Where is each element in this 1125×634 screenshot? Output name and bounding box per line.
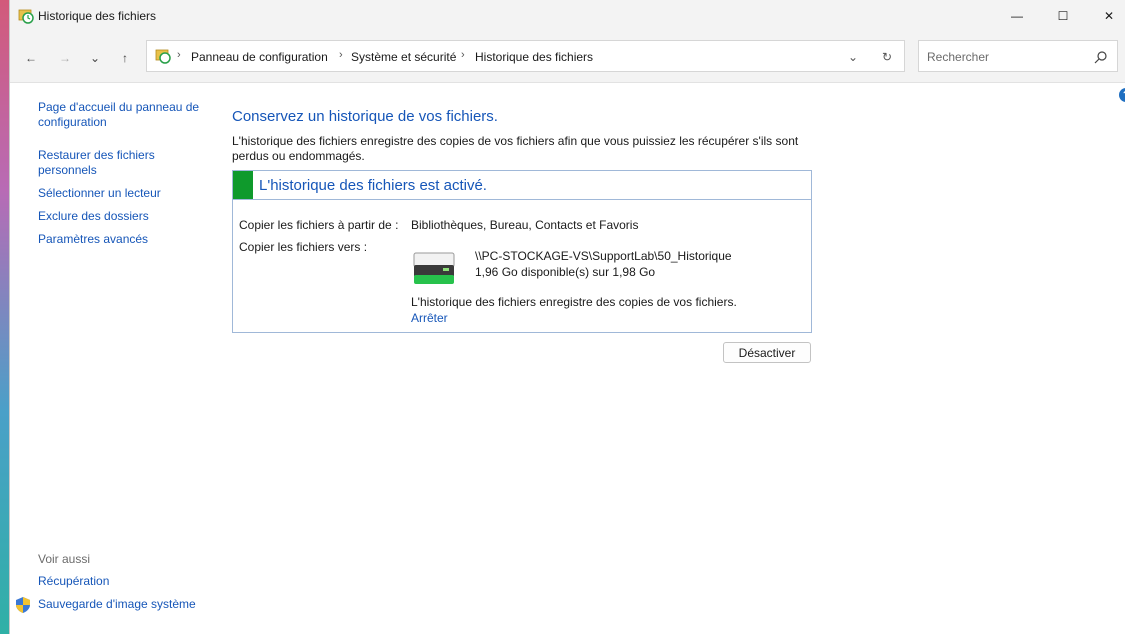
close-button[interactable]: ✕ — [1086, 0, 1125, 32]
see-also-label: Voir aussi — [38, 552, 91, 566]
copy-from-value: Bibliothèques, Bureau, Contacts et Favor… — [411, 218, 639, 232]
up-button[interactable]: ↑ — [114, 47, 136, 69]
breadcrumb-control-panel[interactable]: Panneau de configuration — [191, 50, 328, 64]
search-box[interactable]: Rechercher — [918, 40, 1118, 72]
chevron-down-icon: ⌄ — [847, 50, 859, 64]
sidebar-link-select-drive[interactable]: Sélectionner un lecteur — [38, 186, 161, 201]
address-dropdown-button[interactable]: ⌄ — [843, 47, 863, 67]
up-arrow-icon: ↑ — [122, 51, 128, 65]
stop-link[interactable]: Arrêter — [411, 311, 448, 325]
status-indicator-green — [233, 171, 253, 199]
breadcrumb-file-history[interactable]: Historique des fichiers — [475, 50, 593, 64]
breadcrumb-separator: › — [177, 49, 181, 61]
search-icon[interactable] — [1093, 49, 1109, 65]
status-text: L'historique des fichiers est activé. — [259, 177, 487, 194]
back-button[interactable]: ← — [20, 47, 42, 69]
help-icon[interactable]: ? — [1119, 88, 1125, 102]
chevron-down-icon: ⌄ — [89, 51, 101, 65]
sidebar-link-control-panel-home[interactable]: Page d'accueil du panneau de configurati… — [38, 100, 208, 130]
file-history-window: Historique des fichiers — ☐ ✕ ← → ⌄ ↑ › … — [9, 0, 1125, 634]
breadcrumb-separator[interactable]: › — [461, 49, 465, 61]
back-arrow-icon: ← — [25, 51, 37, 65]
close-icon: ✕ — [1103, 9, 1115, 23]
search-placeholder[interactable]: Rechercher — [927, 50, 989, 64]
recent-locations-button[interactable]: ⌄ — [84, 47, 106, 69]
see-also-link-system-image-backup[interactable]: Sauvegarde d'image système — [38, 597, 196, 612]
breadcrumb-system-security[interactable]: Système et sécurité — [351, 50, 456, 64]
title-bar[interactable]: Historique des fichiers — ☐ ✕ — [10, 0, 1125, 32]
network-drive-icon — [413, 252, 455, 284]
forward-arrow-icon: → — [59, 51, 71, 65]
drive-path: \\PC-STOCKAGE-VS\SupportLab\50_Historiqu… — [475, 249, 732, 263]
minimize-button[interactable]: — — [994, 0, 1040, 32]
maximize-button[interactable]: ☐ — [1040, 0, 1086, 32]
navigation-toolbar: ← → ⌄ ↑ › Panneau de configuration › Sys… — [10, 32, 1125, 83]
refresh-button[interactable]: ↻ — [877, 47, 897, 67]
window-title: Historique des fichiers — [38, 9, 157, 23]
sidebar-link-exclude-folders[interactable]: Exclure des dossiers — [38, 209, 149, 224]
file-history-status-panel: L'historique des fichiers est activé. Co… — [232, 170, 812, 333]
control-panel-icon — [155, 49, 171, 64]
file-history-app-icon — [18, 9, 34, 24]
refresh-icon: ↻ — [881, 50, 893, 64]
copy-from-label: Copier les fichiers à partir de : — [239, 218, 399, 232]
disable-button[interactable]: Désactiver — [723, 342, 811, 363]
address-bar[interactable]: › Panneau de configuration › Système et … — [146, 40, 905, 72]
copy-to-label: Copier les fichiers vers : — [239, 240, 368, 254]
status-header: L'historique des fichiers est activé. — [233, 171, 811, 200]
sidebar-link-restore-files[interactable]: Restaurer des fichiers personnels — [38, 148, 168, 178]
see-also-link-recovery[interactable]: Récupération — [38, 574, 109, 589]
copy-info-text: L'historique des fichiers enregistre des… — [411, 295, 737, 309]
sidebar-link-advanced-settings[interactable]: Paramètres avancés — [38, 232, 148, 247]
forward-button[interactable]: → — [54, 47, 76, 69]
minimize-icon: — — [1011, 9, 1023, 23]
drive-space: 1,96 Go disponible(s) sur 1,98 Go — [475, 265, 656, 279]
uac-shield-icon — [16, 597, 30, 613]
page-description: L'historique des fichiers enregistre des… — [232, 134, 799, 163]
maximize-icon: ☐ — [1057, 9, 1069, 23]
breadcrumb-separator[interactable]: › — [339, 49, 343, 61]
page-heading: Conservez un historique de vos fichiers. — [232, 108, 498, 125]
